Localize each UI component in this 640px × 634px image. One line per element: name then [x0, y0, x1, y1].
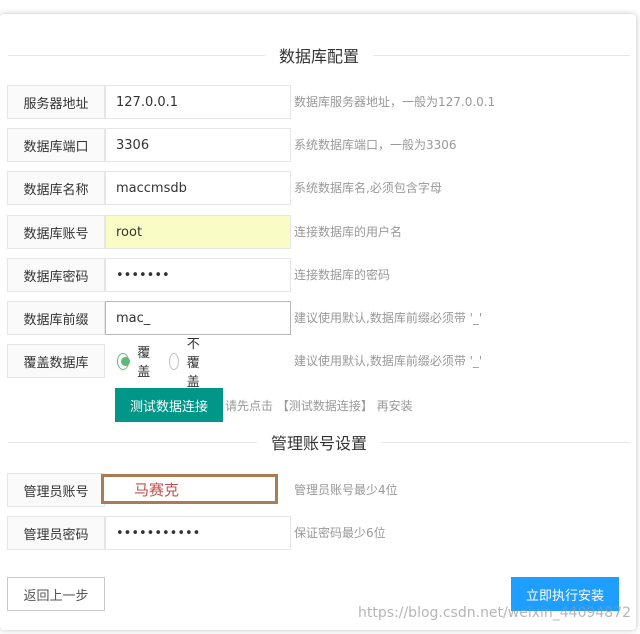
field-hint: 系统数据库名,必须包含字母	[294, 181, 442, 195]
field-hint: 系统数据库端口，一般为3306	[294, 138, 457, 152]
field-label: 数据库密码	[7, 258, 105, 292]
db-password-input[interactable]	[105, 258, 291, 292]
section-title-text: 数据库配置	[279, 47, 360, 66]
field-hint: 建议使用默认,数据库前缀必须带 '_'	[294, 311, 483, 325]
field-label: 数据库账号	[7, 215, 105, 249]
radio-label: 覆盖	[137, 346, 151, 380]
field-label: 服务器地址	[7, 85, 105, 119]
field-hint: 连接数据库的密码	[294, 268, 391, 282]
test-connection-hint: 请先点击 【测试数据连接】 再安装	[225, 399, 413, 413]
divider	[8, 54, 265, 56]
db-prefix-input[interactable]	[105, 301, 291, 335]
test-connection-button[interactable]: 测试数据连接	[115, 388, 223, 422]
divider	[381, 441, 631, 443]
radio-overwrite[interactable]: 覆盖	[117, 342, 155, 380]
admin-username-value: 马赛克	[134, 480, 180, 499]
overwrite-radio-group: 覆盖 不覆盖	[117, 337, 207, 390]
field-hint: 建议使用默认,数据库前缀必须带 '_'	[294, 354, 483, 368]
db-port-input[interactable]	[105, 128, 291, 162]
field-hint: 管理员账号最少4位	[294, 483, 398, 497]
divider	[373, 54, 631, 56]
field-label: 数据库名称	[7, 171, 105, 205]
radio-checked-icon[interactable]	[117, 352, 131, 370]
db-name-input[interactable]	[105, 171, 291, 205]
watermark: https://blog.csdn.net/weixin_44094872	[358, 605, 632, 621]
admin-section-title: 管理账号设置	[8, 430, 631, 454]
field-label: 管理员账号	[7, 473, 105, 507]
field-label: 数据库前缀	[7, 301, 105, 335]
field-label: 管理员密码	[7, 516, 105, 550]
section-title-text: 管理账号设置	[271, 434, 368, 453]
db-user-input[interactable]	[105, 215, 291, 249]
back-button[interactable]: 返回上一步	[7, 577, 105, 611]
server-address-input[interactable]	[105, 85, 291, 119]
admin-password-input[interactable]	[105, 516, 291, 550]
divider	[8, 441, 257, 443]
radio-unchecked-icon[interactable]	[169, 352, 179, 370]
db-section-title: 数据库配置	[8, 43, 631, 67]
field-label: 覆盖数据库	[7, 344, 105, 378]
field-label: 数据库端口	[7, 128, 105, 162]
field-hint: 连接数据库的用户名	[294, 225, 403, 239]
radio-label: 不覆盖	[186, 336, 200, 390]
field-hint: 保证密码最少6位	[294, 526, 386, 540]
field-hint: 数据库服务器地址，一般为127.0.0.1	[294, 95, 496, 109]
admin-username-input[interactable]: 马赛克	[101, 474, 278, 504]
radio-no-overwrite[interactable]: 不覆盖	[169, 333, 207, 390]
